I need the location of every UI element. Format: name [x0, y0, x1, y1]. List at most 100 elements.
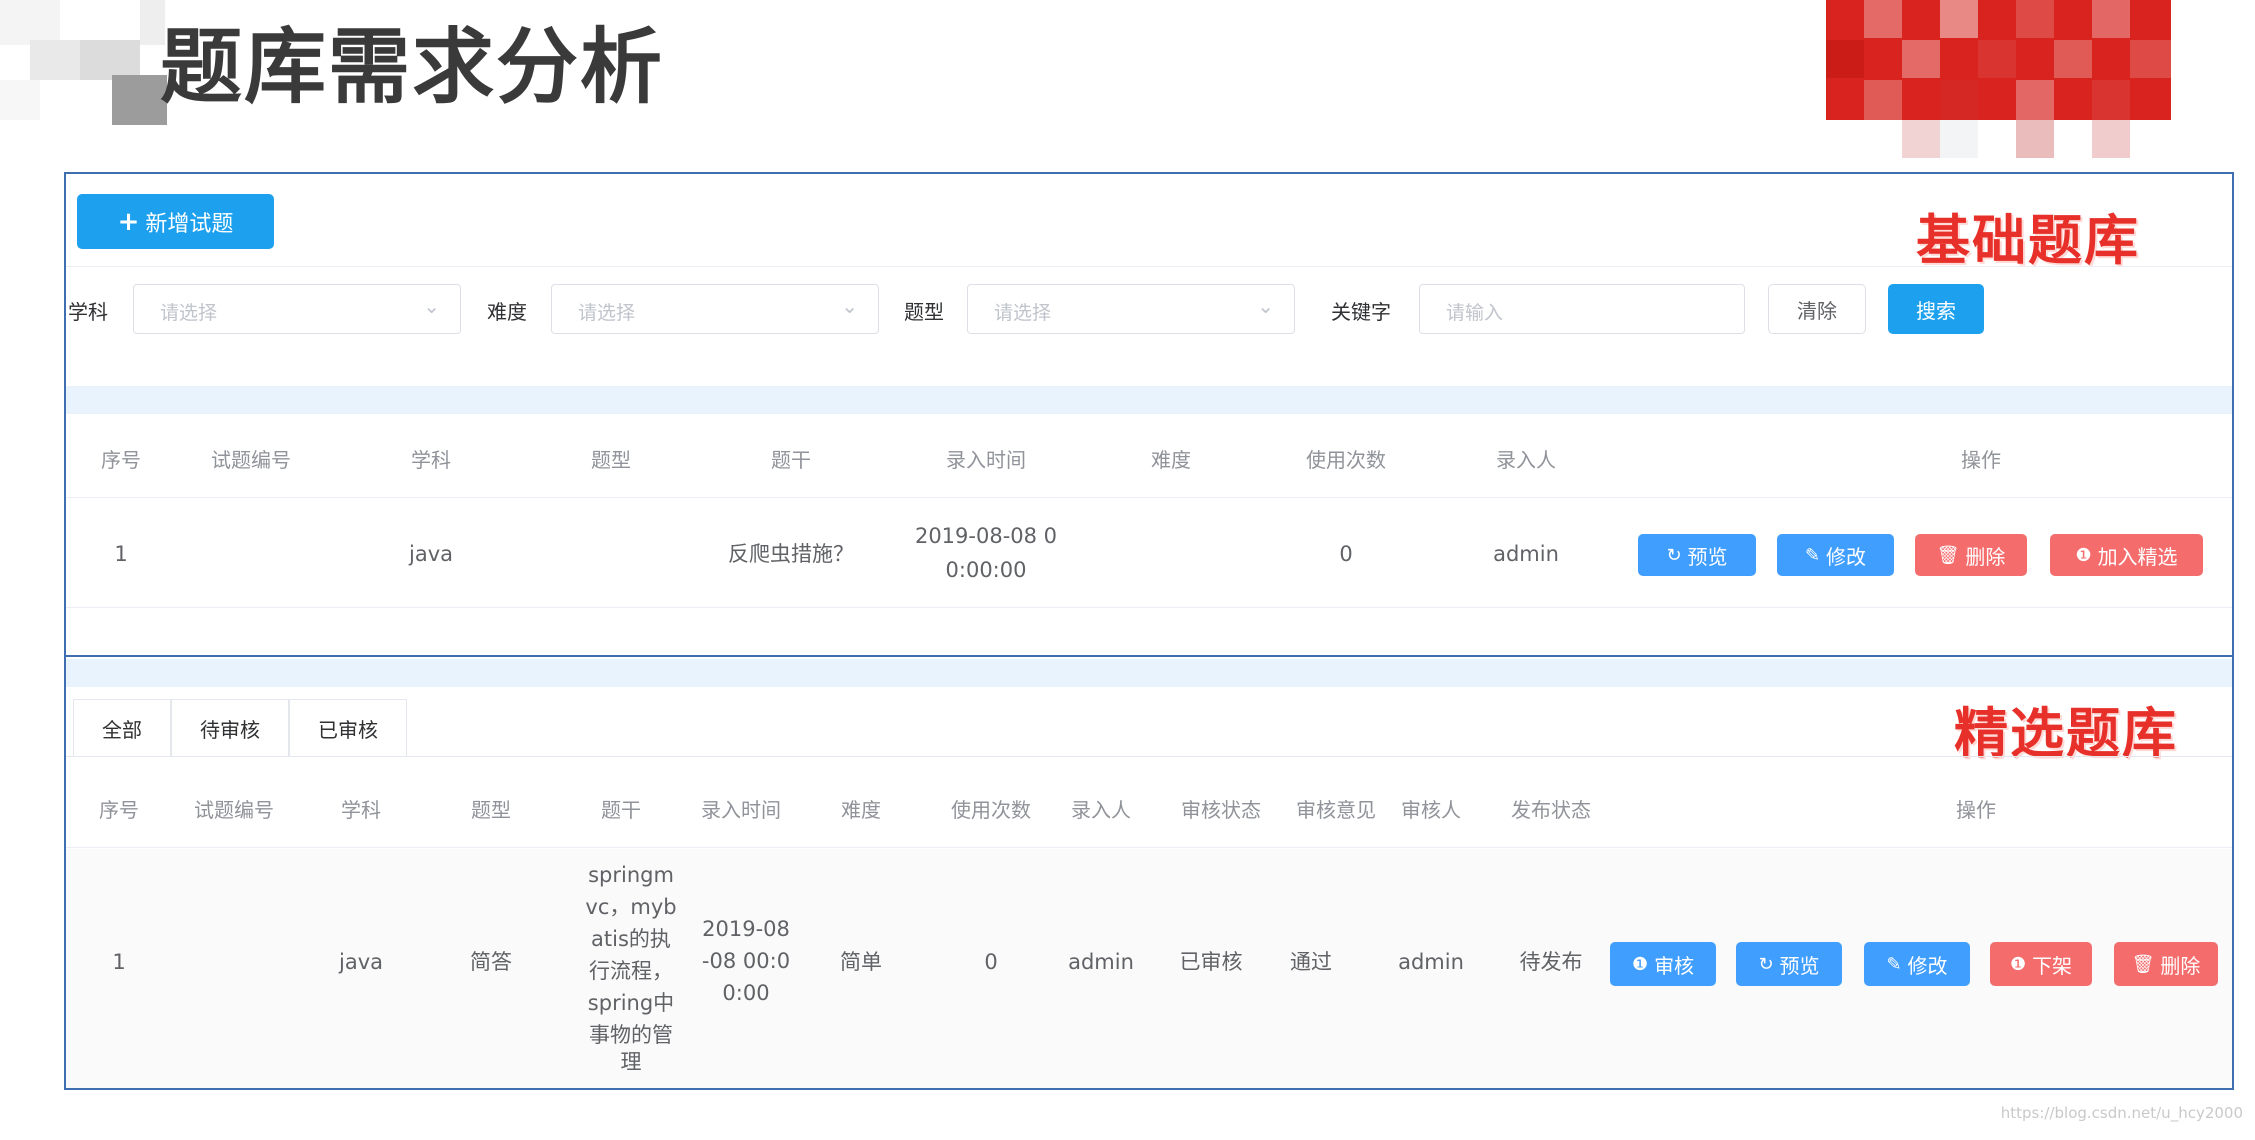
table-row: 1 java 反爬虫措施？ 2019-08-08 0 0:00:00 0 adm… [66, 504, 2232, 604]
basic-table-header: 序号 试题编号 学科 题型 题干 录入时间 难度 使用次数 录入人 操作 [66, 444, 2232, 482]
unpublish-button[interactable]: ❶ 下架 [1990, 942, 2092, 986]
table-toolbar-band [66, 386, 2232, 414]
cell-stem-line: atis的执 [591, 927, 671, 951]
cell-time-line: -08 00:0 [701, 949, 791, 973]
edit-icon: ✎ [1886, 953, 1902, 975]
plus-icon: + [117, 206, 140, 237]
cell-time-line2: 0:00:00 [945, 558, 1027, 582]
cell-index: 1 [112, 950, 126, 974]
search-button[interactable]: 搜索 [1888, 284, 1984, 334]
slide-title: 题库需求分析 [160, 20, 665, 115]
edit-icon: ✎ [1804, 544, 1821, 566]
cell-creator: admin [1493, 542, 1559, 566]
cell-stem-line: spring中 [587, 991, 675, 1015]
chevron-down-icon: ⌄ [423, 294, 440, 318]
info-circle-icon: ❶ [2075, 544, 2092, 566]
column-header: 题型 [471, 798, 511, 822]
cell-time-line: 2019-08 [702, 917, 790, 941]
divider [66, 607, 2232, 608]
delete-button[interactable]: 🗑 删除 [2114, 942, 2218, 986]
column-header: 录入时间 [946, 448, 1026, 472]
subject-select[interactable]: 请选择 ⌄ [133, 284, 461, 334]
cell-time-line: 0:00 [722, 981, 770, 1005]
app-screenshot: + 新增试题 基础题库 学科 请选择 ⌄ 难度 请选择 ⌄ 题型 请选择 ⌄ 关… [64, 172, 2234, 1090]
info-circle-icon: ❶ [2009, 953, 2027, 975]
difficulty-filter-label: 难度 [487, 300, 527, 324]
column-header: 序号 [99, 798, 139, 822]
preview-button[interactable]: ↻ 预览 [1638, 534, 1756, 576]
tabs-underline [66, 756, 2232, 757]
cell-difficulty: 简单 [840, 950, 882, 974]
subject-select-placeholder: 请选择 [160, 302, 218, 324]
column-header: 题干 [771, 448, 811, 472]
cell-subject: java [409, 542, 453, 566]
add-featured-label: 加入精选 [2097, 544, 2178, 569]
difficulty-select[interactable]: 请选择 ⌄ [551, 284, 879, 334]
cell-stem-line: 行流程， [589, 959, 673, 983]
featured-table-header: 序号 试题编号 学科 题型 题干 录入时间 难度 使用次数 录入人 审核状态 审… [66, 794, 2232, 832]
chevron-down-icon: ⌄ [841, 294, 858, 318]
review-button[interactable]: ❶ 审核 [1610, 942, 1716, 986]
refresh-icon: ↻ [1758, 953, 1774, 975]
column-header: 发布状态 [1511, 798, 1591, 822]
delete-label: 删除 [2160, 953, 2201, 978]
edit-button[interactable]: ✎ 修改 [1864, 942, 1970, 986]
column-header: 题型 [591, 448, 631, 472]
cell-uses: 0 [984, 950, 998, 974]
column-header: 难度 [1151, 448, 1191, 472]
column-header: 学科 [341, 798, 381, 822]
delete-button[interactable]: 🗑 删除 [1915, 534, 2027, 576]
type-select-placeholder: 请选择 [994, 302, 1052, 324]
basic-bank-label: 基础题库 [1916, 209, 2140, 272]
cell-review-opinion: 通过 [1290, 950, 1332, 974]
watermark-text: https://blog.csdn.net/u_hcy2000 [2000, 1104, 2243, 1122]
table-row: 1 java 简答 springm vc，myb atis的执 行流程， spr… [66, 849, 2232, 1088]
chevron-down-icon: ⌄ [1257, 294, 1274, 318]
cell-type: 简答 [470, 950, 512, 974]
column-header: 试题编号 [194, 798, 274, 822]
edit-button[interactable]: ✎ 修改 [1777, 534, 1894, 576]
cell-reviewer: admin [1398, 950, 1464, 974]
column-header: 试题编号 [211, 448, 291, 472]
add-question-label: 新增试题 [145, 211, 234, 237]
add-featured-button[interactable]: ❶ 加入精选 [2050, 534, 2203, 576]
tab-pending-review[interactable]: 待审核 [171, 699, 289, 756]
cell-index: 1 [114, 542, 128, 566]
cell-stem-line: 理 [620, 1051, 642, 1073]
divider [66, 266, 2232, 267]
keyword-input[interactable]: 请输入 [1419, 284, 1745, 334]
tab-all[interactable]: 全部 [73, 699, 171, 756]
edit-label: 修改 [1907, 953, 1948, 978]
info-circle-icon: ❶ [1631, 953, 1649, 975]
divider [66, 847, 2232, 848]
cell-stem-line: 事物的管 [589, 1023, 673, 1047]
difficulty-select-placeholder: 请选择 [578, 302, 636, 324]
cell-stem-line: vc，myb [585, 895, 677, 919]
cell-subject: java [339, 950, 383, 974]
add-question-button[interactable]: + 新增试题 [77, 194, 274, 249]
type-select[interactable]: 请选择 ⌄ [967, 284, 1295, 334]
trash-icon: 🗑 [1936, 544, 1960, 566]
column-header: 学科 [411, 448, 451, 472]
divider [66, 497, 2232, 498]
review-label: 审核 [1654, 953, 1695, 978]
cell-publish-status: 待发布 [1519, 950, 1583, 974]
preview-button[interactable]: ↻ 预览 [1736, 942, 1842, 986]
column-header: 难度 [841, 798, 881, 822]
trash-icon: 🗑 [2131, 953, 2155, 975]
clear-button[interactable]: 清除 [1768, 284, 1866, 334]
tab-reviewed[interactable]: 已审核 [289, 699, 407, 756]
blurred-logo-right [1826, 0, 2171, 158]
section-divider [64, 655, 2234, 657]
subject-filter-label: 学科 [68, 300, 108, 324]
keyword-input-placeholder: 请输入 [1446, 302, 1504, 324]
cell-time-line1: 2019-08-08 0 [914, 524, 1058, 548]
blurred-logo-left [0, 0, 167, 125]
column-header: 录入时间 [701, 798, 781, 822]
cell-stem-line: springm [588, 863, 674, 887]
column-header: 审核人 [1401, 798, 1461, 822]
featured-top-band [66, 659, 2232, 687]
column-header: 使用次数 [1306, 448, 1386, 472]
unpublish-label: 下架 [2032, 953, 2073, 978]
cell-uses: 0 [1339, 542, 1353, 566]
